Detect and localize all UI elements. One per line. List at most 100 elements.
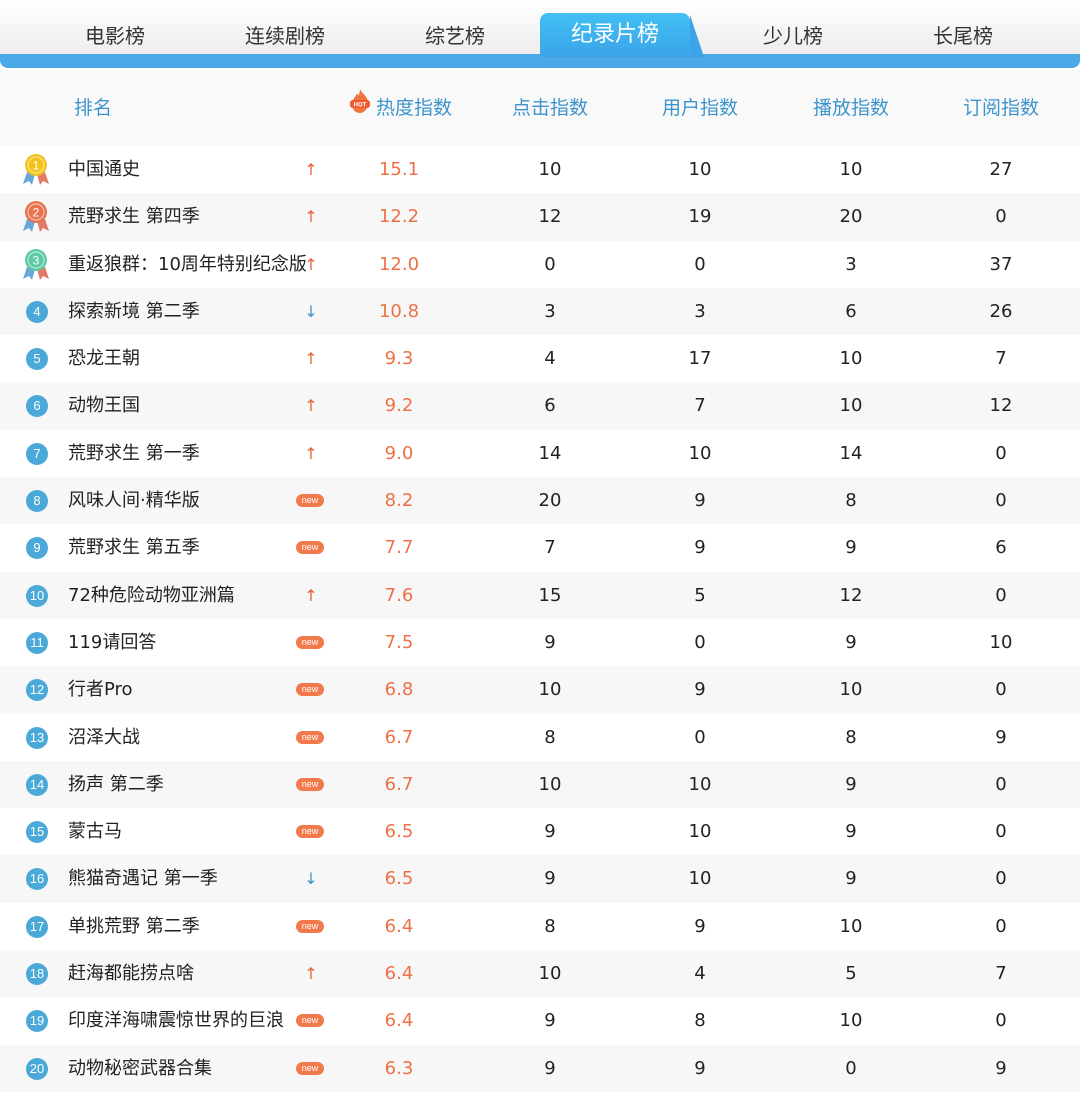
trend-up-icon: ↑: [304, 254, 318, 274]
table-row[interactable]: 11 119请回答 new 7.5 9 0 9 10: [0, 619, 1080, 666]
title-link[interactable]: 动物秘密武器合集: [68, 1045, 308, 1092]
title-link[interactable]: 重返狼群：10周年特别纪念版: [68, 241, 308, 288]
title-link[interactable]: 荒野求生 第四季: [68, 193, 308, 240]
table-row[interactable]: 1 中国通史 ↑ 15.1 10 10 10 27: [0, 146, 1080, 193]
tab-1[interactable]: 连续剧榜: [210, 14, 360, 58]
rank-badge: 9: [26, 537, 48, 560]
table-row[interactable]: 19 印度洋海啸震惊世界的巨浪 new 6.4 9 8 10 0: [0, 997, 1080, 1044]
heat-value: 6.4: [384, 1010, 414, 1032]
rank-badge: 19: [26, 1010, 48, 1033]
title-link[interactable]: 沼泽大战: [68, 714, 308, 761]
user-value: 0: [694, 726, 706, 748]
title-link[interactable]: 恐龙王朝: [68, 335, 308, 382]
table-row[interactable]: 12 行者Pro new 6.8 10 9 10 0: [0, 666, 1080, 714]
click-value: 10: [538, 159, 562, 180]
title-link[interactable]: 风味人间·精华版: [68, 477, 308, 524]
table-row[interactable]: 18 赶海都能捞点啥 ↑ 6.4 10 4 5 7: [0, 950, 1080, 998]
trend-up-icon: ↑: [304, 207, 318, 227]
table-row[interactable]: 20 动物秘密武器合集 new 6.3 9 9 0 9: [0, 1044, 1080, 1092]
header-rank: 排名: [73, 97, 112, 119]
rank-badge: 15: [26, 821, 48, 844]
title-link[interactable]: 荒野求生 第五季: [68, 524, 308, 571]
subscribe-value: 9: [995, 726, 1007, 748]
trend-up-icon: ↑: [304, 160, 318, 179]
title-link[interactable]: 印度洋海啸震惊世界的巨浪: [68, 997, 308, 1044]
table-row[interactable]: 14 扬声 第二季 new 6.7 10 10 9 0: [0, 760, 1080, 809]
click-value: 20: [538, 490, 562, 512]
table-row[interactable]: 10 72种危险动物亚洲篇 ↑ 7.6 15 5 12 0: [0, 571, 1080, 619]
table-row[interactable]: 8 风味人间·精华版 new 8.2 20 9 8 0: [0, 477, 1080, 525]
medal-icon: 2: [23, 201, 49, 233]
heat-value: 9.3: [384, 348, 414, 370]
user-value: 9: [694, 679, 706, 701]
table-row[interactable]: 9 荒野求生 第五季 new 7.7 7 9 9 6: [0, 524, 1080, 571]
heat-value: 9.2: [384, 395, 414, 417]
play-value: 10: [839, 679, 863, 701]
header-user[interactable]: 用户指数: [640, 70, 760, 146]
trend-down-icon: ↓: [304, 869, 318, 889]
tab-2[interactable]: 综艺榜: [380, 14, 530, 58]
new-badge: new: [296, 777, 324, 791]
title-link[interactable]: 探索新境 第二季: [68, 288, 308, 335]
tab-0[interactable]: 电影榜: [40, 14, 190, 58]
subscribe-value: 0: [995, 490, 1007, 512]
click-value: 9: [544, 868, 556, 890]
user-value: 9: [694, 1057, 706, 1079]
table-row[interactable]: 3 重返狼群：10周年特别纪念版 ↑ 12.0 0 0 3 37: [0, 241, 1080, 288]
title-link[interactable]: 赶海都能捞点啥: [68, 950, 308, 997]
play-value: 14: [839, 442, 863, 464]
play-value: 3: [845, 253, 857, 275]
header-click[interactable]: 点击指数: [490, 70, 610, 146]
table-row[interactable]: 4 探索新境 第二季 ↓ 10.8 3 3 6 26: [0, 287, 1080, 336]
table-row[interactable]: 16 熊猫奇遇记 第一季 ↓ 6.5 9 10 9 0: [0, 855, 1080, 903]
table-row[interactable]: 13 沼泽大战 new 6.7 8 0 8 9: [0, 714, 1080, 761]
tab-5[interactable]: 长尾榜: [888, 14, 1038, 58]
table-row[interactable]: 7 荒野求生 第一季 ↑ 9.0 14 10 14 0: [0, 430, 1080, 477]
click-value: 8: [544, 915, 556, 937]
title-link[interactable]: 熊猫奇遇记 第一季: [68, 855, 308, 902]
subscribe-value: 37: [989, 253, 1013, 275]
heat-value: 6.4: [384, 963, 414, 985]
subscribe-value: 0: [995, 584, 1007, 606]
rank-badge: 11: [26, 631, 48, 654]
trend-up-icon: ↑: [304, 964, 318, 984]
subscribe-value: 6: [995, 537, 1007, 559]
user-value: 4: [694, 963, 706, 985]
play-value: 10: [839, 395, 863, 417]
tab-4[interactable]: 少儿榜: [718, 14, 868, 58]
table-row[interactable]: 5 恐龙王朝 ↑ 9.3 4 17 10 7: [0, 335, 1080, 382]
play-value: 9: [845, 537, 857, 559]
title-link[interactable]: 119请回答: [68, 619, 308, 666]
click-value: 12: [538, 206, 562, 228]
title-link[interactable]: 单挑荒野 第二季: [68, 903, 308, 950]
header-subscribe[interactable]: 订阅指数: [941, 70, 1061, 146]
title-link[interactable]: 中国通史: [68, 146, 308, 193]
click-value: 10: [538, 773, 562, 795]
table-row[interactable]: 15 蒙古马 new 6.5 9 10 9 0: [0, 808, 1080, 855]
new-badge: new: [296, 635, 324, 649]
user-value: 7: [694, 395, 706, 417]
user-value: 3: [694, 300, 706, 322]
table-row[interactable]: 2 荒野求生 第四季 ↑ 12.2 12 19 20 0: [0, 193, 1080, 241]
title-link[interactable]: 扬声 第二季: [68, 761, 308, 808]
rank-badge: 13: [26, 726, 48, 749]
header-play[interactable]: 播放指数: [791, 70, 911, 146]
subscribe-value: 26: [989, 300, 1013, 322]
header-heat[interactable]: 热度指数: [360, 70, 468, 146]
tab-3[interactable]: 纪录片榜: [540, 13, 704, 57]
title-link[interactable]: 行者Pro: [68, 666, 308, 713]
table-row[interactable]: 17 单挑荒野 第二季 new 6.4 8 9 10 0: [0, 903, 1080, 950]
heat-value: 7.7: [384, 537, 414, 559]
title-link[interactable]: 蒙古马: [68, 808, 308, 855]
subscribe-value: 9: [995, 1057, 1007, 1079]
user-value: 10: [688, 821, 712, 843]
user-value: 9: [694, 537, 706, 559]
title-link[interactable]: 72种危险动物亚洲篇: [68, 572, 308, 619]
rank-badge: 12: [26, 679, 48, 702]
medal-icon: 1: [23, 154, 49, 185]
table-row[interactable]: 6 动物王国 ↑ 9.2 6 7 10 12: [0, 382, 1080, 430]
heat-value: 9.0: [384, 442, 414, 464]
title-link[interactable]: 荒野求生 第一季: [68, 430, 308, 477]
rank-number: 2: [33, 206, 40, 220]
title-link[interactable]: 动物王国: [68, 382, 308, 429]
